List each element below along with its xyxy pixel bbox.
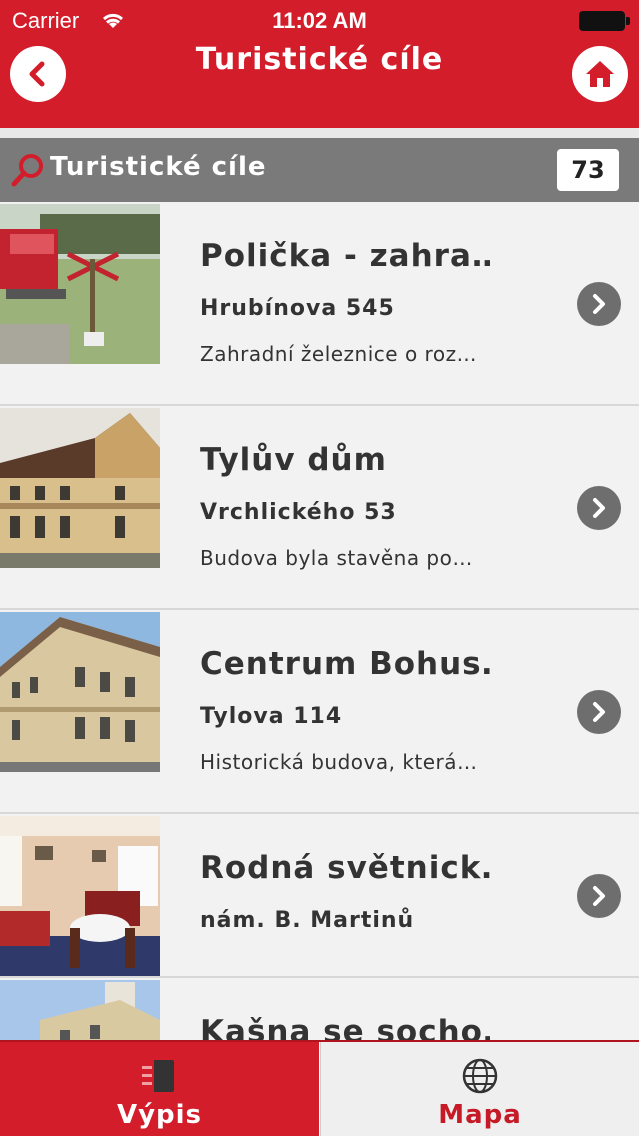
chevron-right-icon [593, 294, 605, 314]
chevron-right-icon [593, 702, 605, 722]
list-icon [141, 1060, 174, 1092]
place-address: Hrubínova 545 [200, 296, 395, 321]
globe-icon [462, 1058, 498, 1094]
place-name: Centrum Bohus… [200, 646, 490, 682]
list-item[interactable]: Tylův dům Vrchlického 53 Budova byla sta… [0, 406, 639, 610]
section-header: Turistické cíle 73 [0, 138, 639, 202]
place-address: Tylova 114 [200, 704, 343, 729]
search-icon [11, 154, 43, 187]
detail-button[interactable] [577, 874, 621, 918]
header-divider [0, 128, 639, 138]
page-title: Turistické cíle [195, 42, 444, 77]
status-bar: Carrier 11:02 AM [0, 0, 639, 40]
place-name: Kašna se socho… [200, 1014, 490, 1040]
chevron-right-icon [593, 498, 605, 518]
detail-button[interactable] [577, 486, 621, 530]
tab-bar: Výpis Mapa [0, 1040, 639, 1136]
place-name: Rodná světnick… [200, 850, 490, 886]
detail-button[interactable] [577, 690, 621, 734]
section-title: Turistické cíle [50, 152, 267, 182]
place-address: nám. B. Martinů [200, 908, 415, 933]
chevron-right-icon [593, 886, 605, 906]
list-item[interactable]: Centrum Bohus… Tylova 114 Historická bud… [0, 610, 639, 814]
place-thumbnail [0, 204, 160, 364]
status-time: 11:02 AM [272, 8, 367, 33]
place-name: Polička - zahra… [200, 238, 490, 274]
place-name: Tylův dům [200, 442, 387, 478]
home-button[interactable] [572, 46, 628, 102]
list-item[interactable]: Kašna se socho… [0, 978, 639, 1040]
place-address: Vrchlického 53 [200, 500, 397, 525]
place-thumbnail [0, 612, 160, 772]
place-thumbnail [0, 408, 160, 568]
place-description: Zahradní železnice o roz… [200, 342, 478, 366]
tab-map-label: Mapa [438, 1100, 522, 1130]
place-description: Budova byla stavěna po… [200, 546, 473, 570]
result-count-badge: 73 [557, 149, 619, 191]
tab-list[interactable]: Výpis [0, 1042, 319, 1136]
list-item[interactable]: Rodná světnick… nám. B. Martinů [0, 814, 639, 978]
place-thumbnail [0, 816, 160, 976]
places-list[interactable]: Polička - zahra… Hrubínova 545 Zahradní … [0, 202, 639, 1040]
list-item[interactable]: Polička - zahra… Hrubínova 545 Zahradní … [0, 202, 639, 406]
tab-map[interactable]: Mapa [320, 1042, 639, 1136]
place-thumbnail [0, 980, 160, 1040]
battery-icon [579, 11, 630, 31]
detail-button[interactable] [577, 282, 621, 326]
navigation-bar: Carrier 11:02 AM Turistické cíle [0, 0, 639, 128]
place-description: Historická budova, která… [200, 750, 478, 774]
tab-list-label: Výpis [116, 1100, 203, 1130]
home-icon [586, 61, 614, 87]
